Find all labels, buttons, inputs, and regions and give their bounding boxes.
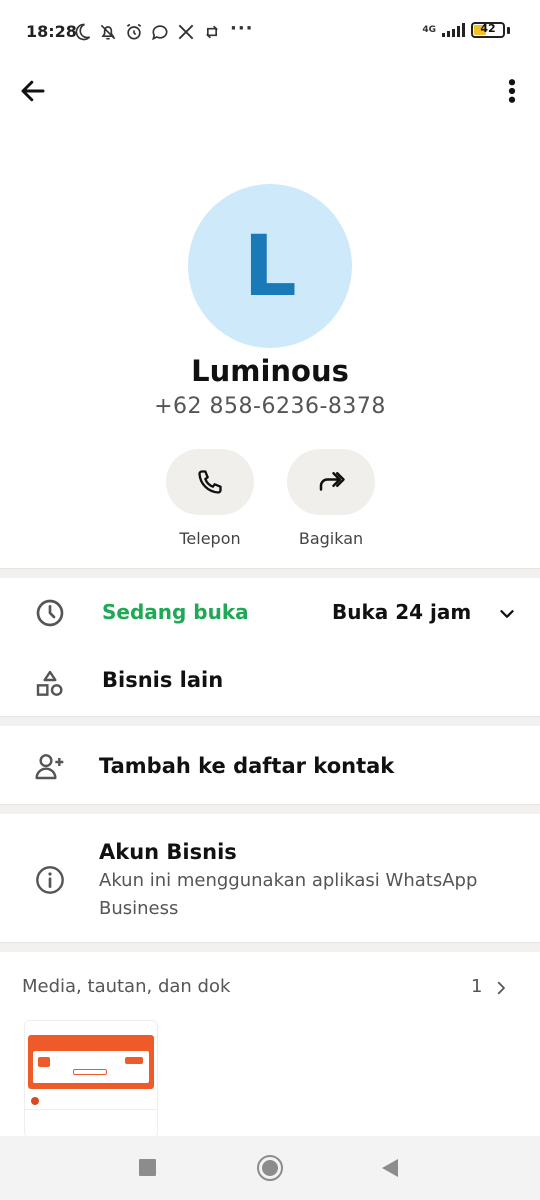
thumbnail-top-strip (25, 1021, 157, 1035)
share-label: Bagikan (298, 529, 364, 548)
back-arrow-icon[interactable] (18, 76, 48, 106)
business-hours-row[interactable]: Sedang buka Buka 24 jam (0, 578, 540, 648)
status-bar: 18:28 ··· 4G 42 (0, 0, 540, 66)
phone-icon (198, 470, 222, 494)
chevron-down-icon[interactable] (496, 603, 518, 625)
repost-icon (205, 25, 219, 39)
section-divider (0, 804, 540, 814)
business-account-row[interactable]: Akun Bisnis Akun ini menggunakan aplikas… (0, 814, 540, 942)
recent-apps-button[interactable] (139, 1159, 156, 1176)
moon-icon (75, 23, 91, 41)
bell-off-icon (100, 24, 116, 40)
x-logo-icon (178, 24, 194, 40)
battery-tip (507, 26, 510, 34)
chevron-right-icon[interactable] (492, 978, 510, 998)
business-account-title: Akun Bisnis (99, 840, 237, 864)
share-icon (319, 472, 345, 491)
chat-icon (152, 25, 168, 41)
section-divider (0, 942, 540, 952)
other-business-label: Bisnis lain (102, 668, 224, 692)
business-account-description: Akun ini menggunakan aplikasi WhatsApp B… (99, 870, 478, 919)
system-navigation-bar (0, 1136, 540, 1200)
call-action[interactable]: Telepon (165, 449, 255, 548)
share-action[interactable]: Bagikan (286, 449, 376, 548)
call-button[interactable] (166, 449, 254, 515)
info-icon (36, 866, 64, 894)
alarm-icon (126, 23, 142, 40)
voucher-logo-icon (38, 1057, 50, 1067)
add-person-icon (35, 754, 64, 780)
shapes-icon (36, 670, 63, 696)
voucher-banner (28, 1035, 154, 1089)
more-options-icon[interactable] (502, 76, 522, 106)
network-type: 4G (422, 24, 436, 35)
media-thumbnail[interactable] (24, 1020, 158, 1138)
media-section-header[interactable]: Media, tautan, dan dok (22, 976, 230, 997)
add-contact-row[interactable]: Tambah ke daftar kontak (0, 726, 540, 804)
contact-phone: +62 858-6236-8378 (154, 394, 386, 419)
back-button[interactable] (382, 1159, 398, 1177)
shop-logo-icon (31, 1097, 39, 1105)
add-contact-label: Tambah ke daftar kontak (99, 754, 395, 778)
status-time: 18:28 (26, 22, 77, 41)
clock-icon (36, 599, 64, 627)
avatar[interactable]: L (188, 184, 352, 348)
avatar-letter: L (243, 217, 297, 315)
section-divider (0, 716, 540, 726)
voucher-claim-shape (125, 1057, 143, 1064)
voucher-pill (73, 1069, 107, 1075)
contact-name: Luminous (191, 354, 349, 388)
banner-heading-block (28, 1035, 154, 1039)
more-notifications-icon: ··· (230, 18, 254, 39)
payment-row (25, 1110, 157, 1122)
home-button[interactable] (257, 1155, 283, 1181)
section-divider (0, 568, 540, 578)
share-button[interactable] (287, 449, 375, 515)
notification-icons (72, 22, 222, 42)
network-indicator: 4G (422, 24, 436, 35)
system-icons: 4G 42 (422, 22, 510, 38)
battery-icon: 42 (471, 22, 505, 38)
app-bar (0, 66, 540, 116)
shop-row (25, 1089, 157, 1110)
other-business-row[interactable]: Bisnis lain (0, 648, 540, 716)
battery-level: 42 (480, 22, 496, 35)
voucher-card (33, 1051, 149, 1083)
open-status: Sedang buka (102, 600, 249, 624)
media-count[interactable]: 1 (471, 976, 482, 997)
signal-icon (442, 23, 465, 37)
opening-hours: Buka 24 jam (332, 600, 472, 624)
call-label: Telepon (179, 529, 241, 548)
